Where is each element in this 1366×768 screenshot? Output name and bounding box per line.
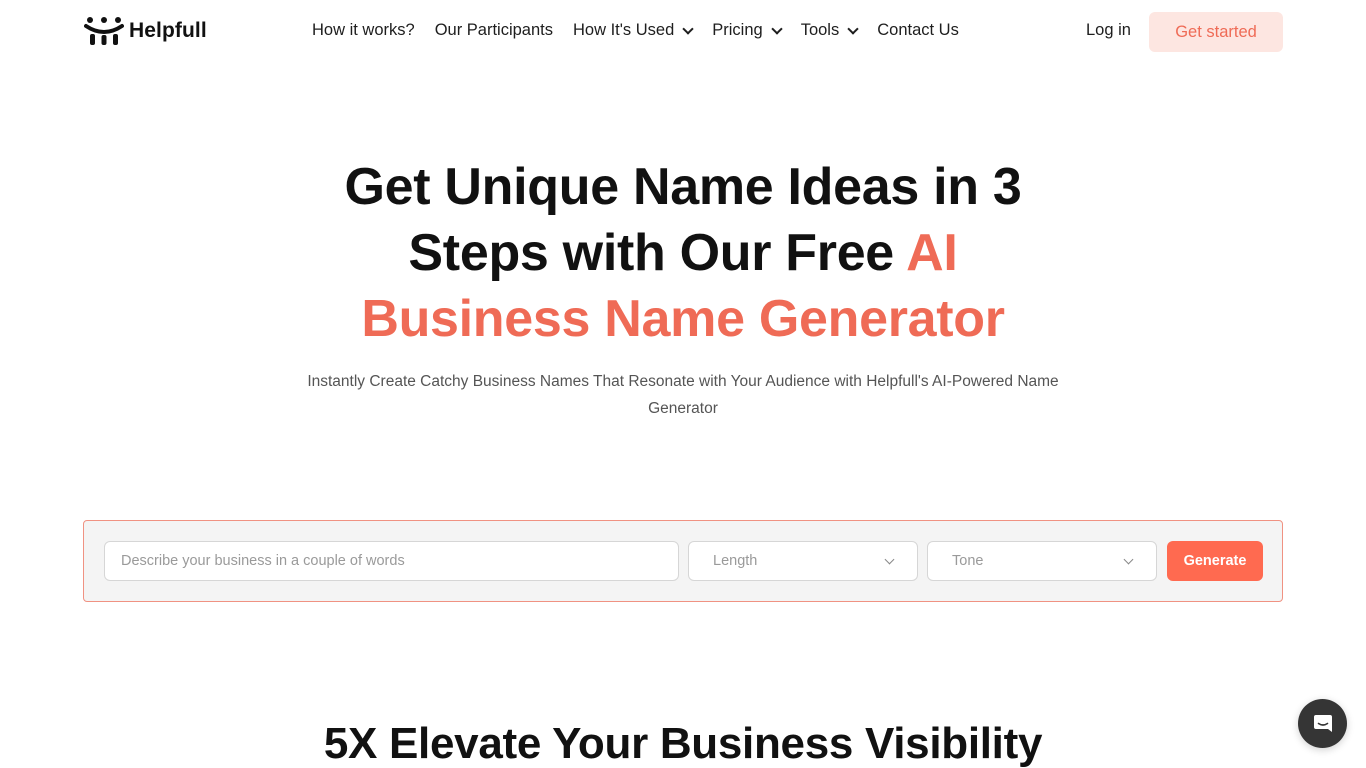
logo-text: Helpfull (129, 19, 207, 42)
hero-title-line2: Steps with Our Free (408, 224, 907, 282)
chat-launcher-button[interactable] (1298, 699, 1347, 748)
nav-label: Pricing (712, 21, 763, 39)
nav-tools[interactable]: Tools (800, 21, 859, 40)
nav-label: Tools (800, 21, 840, 39)
hero-title-accent-ai: AI (906, 224, 958, 282)
helpfull-logo-icon (84, 17, 124, 45)
chevron-down-icon (771, 22, 783, 35)
tone-select-label: Tone (952, 553, 984, 569)
nav-label: Contact Us (877, 21, 959, 39)
length-select[interactable]: Length (688, 541, 918, 581)
length-select-label: Length (713, 553, 758, 569)
nav-how-it-works[interactable]: How it works? (312, 21, 415, 40)
logo[interactable]: Helpfull (84, 16, 207, 46)
chevron-down-icon (884, 554, 895, 564)
nav-label: Our Participants (434, 21, 553, 39)
login-link[interactable]: Log in (1086, 21, 1131, 40)
chevron-down-icon (1123, 554, 1134, 564)
hero-title-line3: Business Name Generator (361, 290, 1005, 348)
main-menu: How it works? Our Participants How It's … (312, 21, 979, 40)
name-generator-form: Length Tone Generate (83, 520, 1283, 602)
nav-label: How It's Used (573, 21, 675, 39)
chat-icon (1313, 714, 1332, 732)
hero-title: Get Unique Name Ideas in 3 Steps with Ou… (283, 154, 1083, 352)
hero-subtitle: Instantly Create Catchy Business Names T… (307, 373, 1059, 417)
chevron-down-icon (847, 22, 859, 35)
get-started-button[interactable]: Get started (1149, 12, 1283, 52)
generate-button[interactable]: Generate (1167, 541, 1263, 581)
tone-select[interactable]: Tone (927, 541, 1157, 581)
top-navigation: Helpfull How it works? Our Participants … (0, 0, 1366, 64)
nav-pricing[interactable]: Pricing (712, 21, 783, 40)
chevron-down-icon (682, 22, 694, 35)
nav-our-participants[interactable]: Our Participants (435, 21, 553, 40)
business-description-input[interactable] (104, 541, 679, 581)
section-title: 5X Elevate Your Business Visibility (323, 719, 1043, 768)
nav-contact-us[interactable]: Contact Us (877, 21, 959, 40)
hero-title-line1: Get Unique Name Ideas in 3 (344, 158, 1022, 216)
nav-label: How it works? (312, 21, 415, 39)
nav-how-its-used[interactable]: How It's Used (573, 21, 694, 40)
